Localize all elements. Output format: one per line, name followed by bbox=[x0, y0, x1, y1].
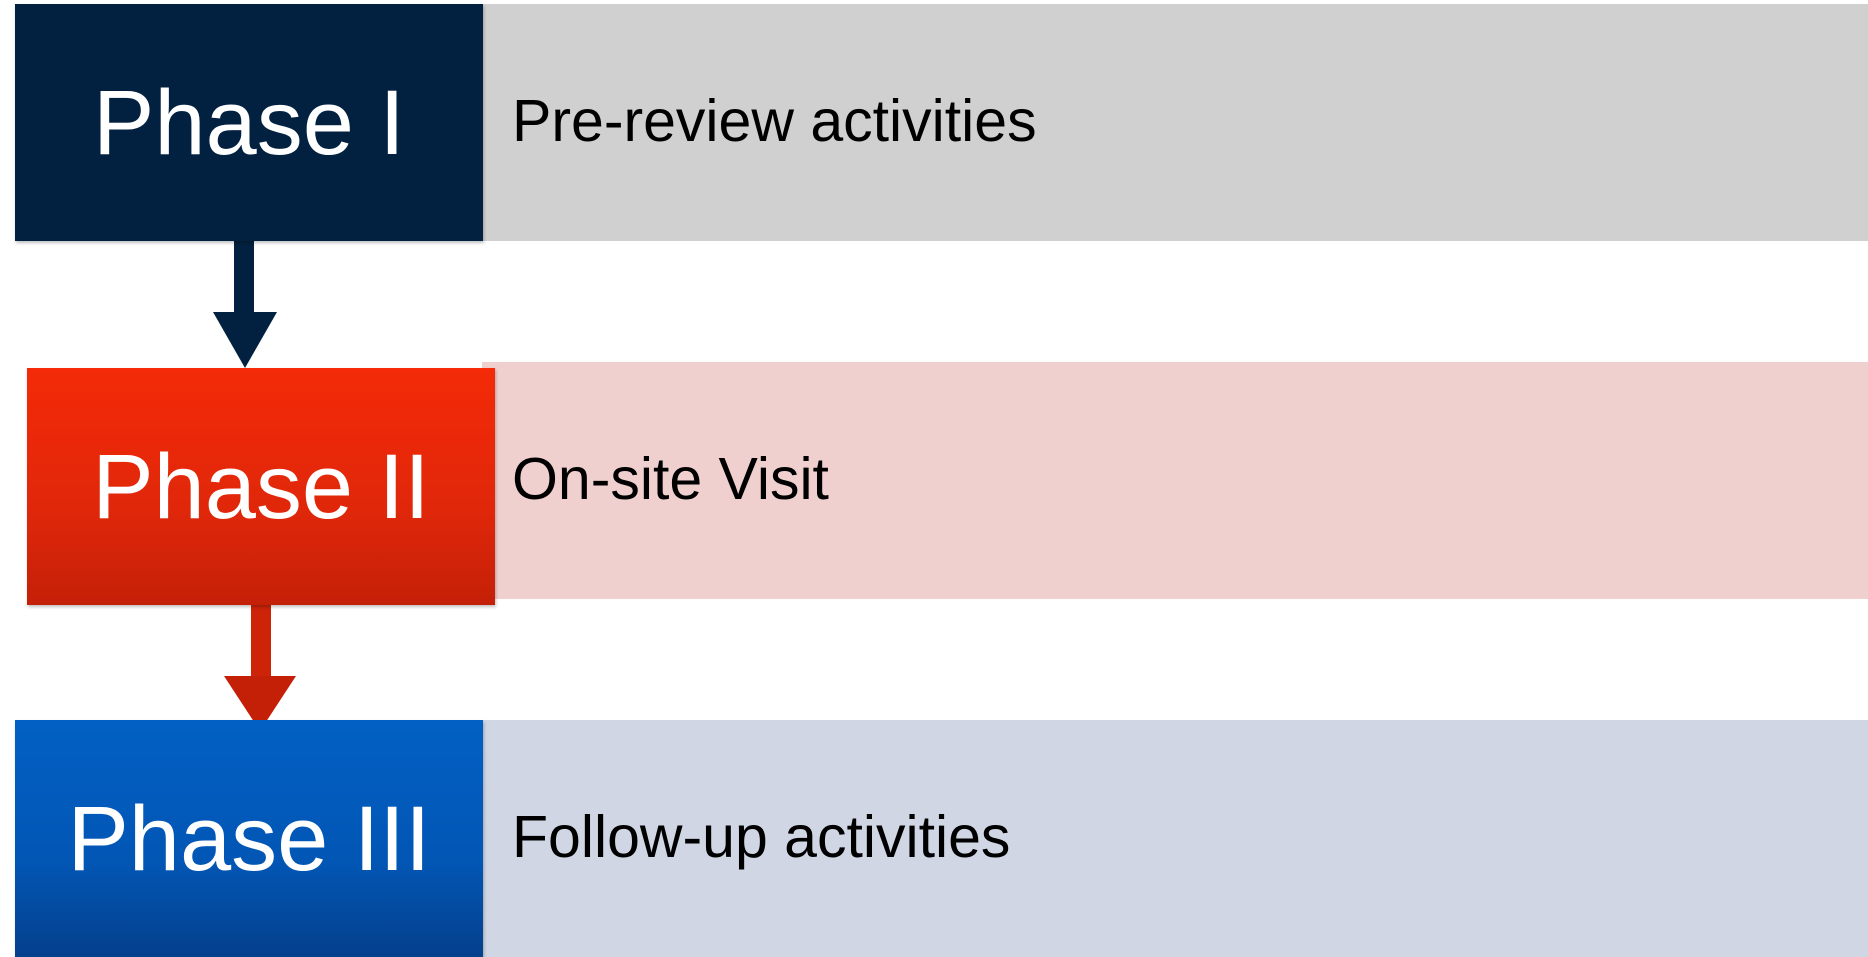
phase-3-label: Phase III bbox=[67, 787, 431, 890]
phase-2-description: On-site Visit bbox=[512, 446, 829, 512]
phase-1-description: Pre-review activities bbox=[512, 88, 1037, 154]
phase-3-description: Follow-up activities bbox=[512, 804, 1011, 870]
arrow-1-shaft bbox=[234, 240, 254, 313]
phase-2-label: Phase II bbox=[92, 435, 430, 538]
phase-2-box: Phase II bbox=[27, 368, 495, 605]
phase-3-box: Phase III bbox=[15, 720, 483, 957]
arrow-1-head bbox=[213, 312, 277, 368]
phase-1-label: Phase I bbox=[93, 71, 405, 174]
arrow-phase2-to-phase3 bbox=[224, 605, 296, 731]
phase-1-box: Phase I bbox=[15, 4, 483, 241]
arrow-2-shaft bbox=[251, 605, 271, 677]
arrow-phase1-to-phase2 bbox=[213, 240, 277, 368]
